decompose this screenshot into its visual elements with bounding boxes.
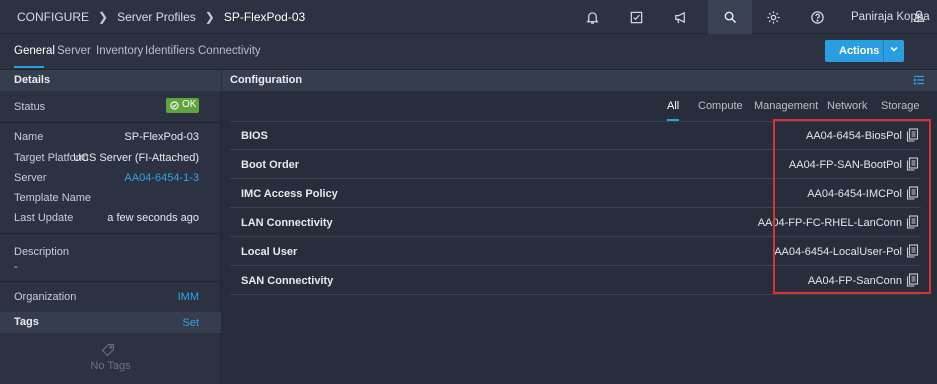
- details-panel: Details Status OK Name SP-FlexPod-03 Tar…: [0, 70, 221, 384]
- bell-icon[interactable]: [570, 0, 614, 34]
- chevron-right-icon: ❯: [204, 10, 215, 24]
- breadcrumb-current: SP-FlexPod-03: [223, 10, 306, 24]
- check-circle-icon: [170, 101, 179, 110]
- server-label: Server: [14, 172, 47, 184]
- filter-storage[interactable]: Storage: [881, 100, 920, 112]
- policy-name: Boot Order: [241, 159, 300, 171]
- actions-button[interactable]: Actions: [825, 40, 904, 62]
- divider: [0, 122, 221, 123]
- highlight-box: [773, 119, 931, 294]
- no-tags-text: No Tags: [90, 360, 131, 372]
- breadcrumb-configure[interactable]: CONFIGURE: [17, 10, 89, 24]
- filter-compute[interactable]: Compute: [698, 100, 743, 112]
- status-label: Status: [14, 101, 46, 113]
- top-bar: CONFIGURE ❯ Server Profiles ❯ SP-FlexPod…: [0, 0, 937, 34]
- description-value: -: [14, 261, 18, 273]
- policy-name: LAN Connectivity: [241, 217, 333, 229]
- breadcrumb: CONFIGURE ❯ Server Profiles ❯ SP-FlexPod…: [17, 10, 305, 24]
- tag-icon: [101, 343, 115, 357]
- megaphone-icon[interactable]: [658, 0, 702, 34]
- organization-label: Organization: [14, 291, 77, 303]
- policy-name: Local User: [241, 246, 298, 258]
- tab-server[interactable]: Server: [57, 45, 91, 57]
- status-value: OK: [182, 99, 197, 110]
- server-link[interactable]: AA04-6454-1-3: [124, 172, 199, 184]
- actions-divider: [883, 40, 884, 62]
- template-name-label: Template Name: [14, 192, 92, 204]
- list-settings-icon[interactable]: [913, 74, 925, 86]
- description-label: Description: [14, 246, 70, 258]
- tab-general[interactable]: General: [14, 45, 55, 57]
- name-label: Name: [14, 131, 44, 143]
- tab-inventory[interactable]: Inventory: [96, 45, 143, 57]
- status-badge: OK: [166, 98, 199, 113]
- target-platform-value: UCS Server (FI-Attached): [73, 152, 199, 164]
- policy-name: IMC Access Policy: [241, 188, 338, 200]
- divider: [0, 233, 221, 234]
- filter-all[interactable]: All: [667, 100, 679, 112]
- tags-title: Tags: [14, 316, 39, 328]
- checklist-icon[interactable]: [614, 0, 658, 34]
- chevron-right-icon: ❯: [98, 10, 109, 24]
- details-title: Details: [14, 74, 51, 86]
- name-value: SP-FlexPod-03: [124, 131, 199, 143]
- search-icon[interactable]: [708, 0, 752, 34]
- last-update-label: Last Update: [14, 212, 74, 224]
- gear-icon[interactable]: [751, 0, 795, 34]
- filter-network[interactable]: Network: [827, 100, 867, 112]
- policy-name: SAN Connectivity: [241, 275, 334, 287]
- configuration-header: Configuration: [222, 70, 937, 91]
- profile-tabs: General Server Inventory Identifiers Con…: [0, 34, 937, 70]
- organization-link[interactable]: IMM: [178, 291, 199, 303]
- filter-management[interactable]: Management: [754, 100, 818, 112]
- divider: [0, 281, 221, 282]
- last-update-value: a few seconds ago: [107, 212, 199, 224]
- details-header: Details: [0, 70, 221, 91]
- chevron-down-icon[interactable]: [888, 43, 900, 55]
- tab-connectivity[interactable]: Connectivity: [198, 45, 261, 57]
- actions-button-label: Actions: [839, 45, 880, 57]
- breadcrumb-server-profiles[interactable]: Server Profiles: [117, 10, 196, 24]
- user-icon[interactable]: [912, 9, 926, 23]
- configuration-title: Configuration: [230, 74, 303, 86]
- set-tags-link[interactable]: Set: [182, 317, 199, 329]
- policy-name: BIOS: [241, 130, 268, 142]
- help-icon[interactable]: [795, 0, 839, 34]
- active-tab-indicator: [14, 66, 44, 68]
- tab-identifiers[interactable]: Identifiers: [145, 45, 195, 57]
